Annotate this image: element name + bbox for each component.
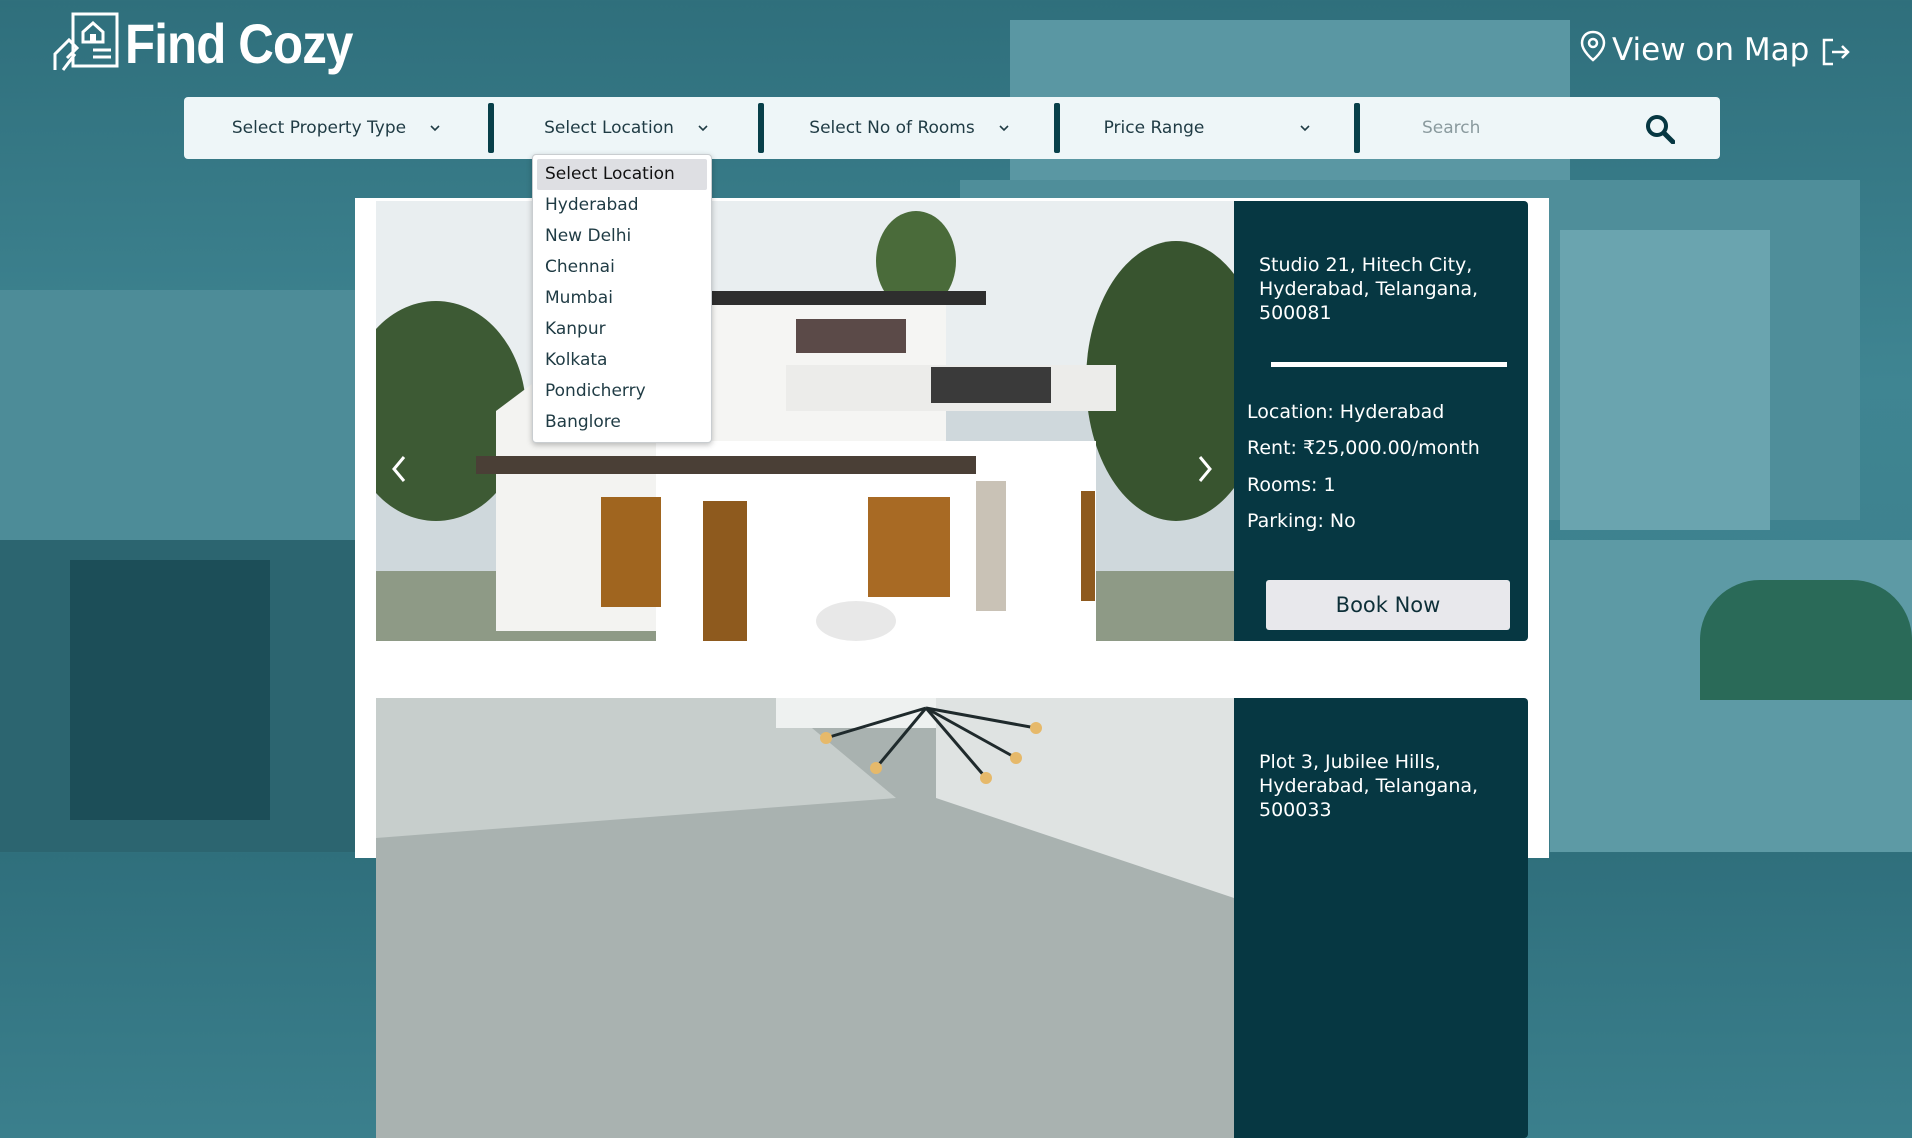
listing-parking: Parking: No (1247, 510, 1356, 532)
price-range-select[interactable]: Price Range (1060, 97, 1354, 159)
chevron-down-icon (430, 125, 440, 132)
view-on-map-label: View on Map (1612, 32, 1810, 68)
search-input[interactable] (1420, 117, 1624, 139)
listing-card: Plot 3, Jubilee Hills, Hyderabad, Telang… (376, 698, 1528, 1138)
listing-address: Studio 21, Hitech City, Hyderabad, Telan… (1259, 254, 1479, 324)
property-type-label: Select Property Type (231, 118, 407, 138)
top-header: Find Cozy View on Map (0, 0, 1912, 92)
location-dropdown-menu: Select Location Hyderabad New Delhi Chen… (532, 154, 712, 443)
dropdown-option[interactable]: Hyderabad (537, 190, 707, 221)
listing-rent: Rent: ₹25,000.00/month (1247, 437, 1480, 459)
listing-location: Location: Hyderabad (1247, 401, 1445, 423)
listing-details: Plot 3, Jubilee Hills, Hyderabad, Telang… (1234, 698, 1528, 1138)
rooms-label: Select No of Rooms (809, 118, 975, 138)
property-type-select[interactable]: Select Property Type (184, 97, 488, 159)
house-photo (376, 201, 1234, 641)
logout-icon[interactable] (1820, 36, 1852, 68)
dropdown-option[interactable]: Kolkata (537, 345, 707, 376)
map-pin-icon (1580, 30, 1612, 70)
listing-details: Studio 21, Hitech City, Hyderabad, Telan… (1234, 201, 1528, 641)
carousel-prev-icon[interactable] (388, 453, 412, 485)
chevron-down-icon (698, 125, 708, 132)
location-label: Select Location (544, 118, 674, 138)
location-select[interactable]: Select Location (494, 97, 758, 159)
dropdown-option[interactable]: Mumbai (537, 283, 707, 314)
details-divider (1271, 362, 1507, 367)
logo-text: Find Cozy (125, 11, 353, 75)
dropdown-option[interactable]: Kanpur (537, 314, 707, 345)
dropdown-option[interactable]: Select Location (537, 159, 707, 190)
dropdown-option[interactable]: Pondicherry (537, 376, 707, 407)
listing-address: Plot 3, Jubilee Hills, Hyderabad, Telang… (1259, 751, 1479, 821)
rooms-select[interactable]: Select No of Rooms (764, 97, 1054, 159)
dropdown-option[interactable]: New Delhi (537, 221, 707, 252)
search-icon[interactable] (1645, 114, 1675, 144)
search-box (1360, 97, 1714, 159)
logo[interactable]: Find Cozy (53, 10, 384, 76)
property-image-carousel (376, 201, 1234, 641)
chevron-down-icon (1300, 125, 1310, 132)
book-now-button[interactable]: Book Now (1266, 580, 1510, 630)
listing-rooms: Rooms: 1 (1247, 474, 1336, 496)
price-range-label: Price Range (1103, 118, 1205, 138)
view-on-map-link[interactable]: View on Map (1580, 30, 1809, 70)
property-image-carousel (376, 698, 1234, 1138)
house-hand-icon (53, 10, 121, 76)
interior-photo (376, 698, 1234, 1138)
chevron-down-icon (999, 125, 1009, 132)
dropdown-option[interactable]: Banglore (537, 407, 707, 438)
dropdown-option[interactable]: Chennai (537, 252, 707, 283)
carousel-next-icon[interactable] (1192, 453, 1216, 485)
filter-bar: Select Property Type Select Location Sel… (184, 97, 1720, 159)
